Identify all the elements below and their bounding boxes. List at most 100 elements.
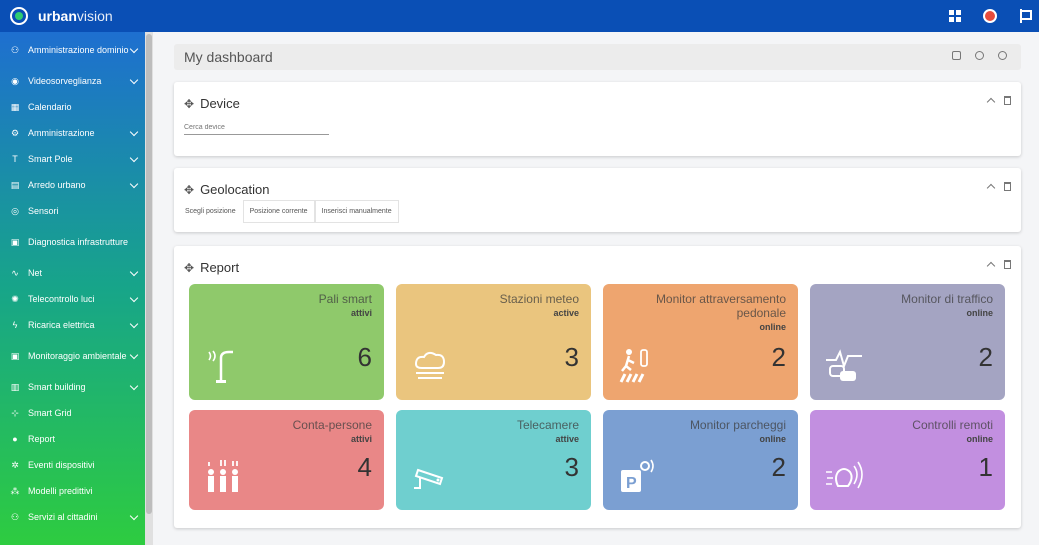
sidebar-item-amministrazione[interactable]: ⚙ Amministrazione bbox=[0, 120, 145, 146]
sidebar-item-smart-pole[interactable]: T Smart Pole bbox=[0, 146, 145, 172]
model-icon: ⁂ bbox=[10, 486, 20, 496]
sidebar-item-label: Smart building bbox=[28, 381, 86, 392]
sidebar-item-net[interactable]: ∿ Net bbox=[0, 260, 145, 286]
chevron-down-icon[interactable] bbox=[129, 293, 139, 302]
chevron-down-icon[interactable] bbox=[129, 127, 139, 136]
move-icon[interactable]: ✥ bbox=[184, 261, 194, 275]
geo-option-manual[interactable]: Inserisci manualmente bbox=[314, 200, 399, 223]
sidebar-item-sensori[interactable]: ◎ Sensori bbox=[0, 198, 145, 224]
chevron-down-icon[interactable] bbox=[129, 381, 139, 390]
sidebar-item-label: Amministrazione dominio bbox=[28, 44, 129, 55]
sidebar-item-amministrazione-dominio[interactable]: ⚇ Amministrazione dominio bbox=[0, 32, 145, 68]
sensor-icon: ◎ bbox=[11, 206, 19, 216]
streetlight-icon bbox=[203, 344, 243, 384]
parking-icon: P bbox=[617, 456, 657, 496]
report-tile-monitor-di-traffico[interactable]: Monitor di traffico online 2 bbox=[810, 284, 1005, 400]
sidebar-item-label: Arredo urbano bbox=[28, 179, 86, 190]
sidebar-item-report[interactable]: ● Report bbox=[0, 426, 145, 452]
tile-count: 1 bbox=[978, 452, 993, 482]
sidebar-item-videosorveglianza[interactable]: ◉ Videosorveglianza bbox=[0, 68, 145, 94]
sidebar-item-calendario[interactable]: ▦ Calendario bbox=[0, 94, 145, 120]
camera-icon: ◉ bbox=[11, 76, 19, 86]
tile-count: 2 bbox=[771, 452, 786, 482]
main-content: My dashboard ✥ Device ✥ Geolocation Scegli… bbox=[174, 44, 1021, 528]
sidebar-item-servizi-al-cittadini[interactable]: ⚇ Servizi al cittadini bbox=[0, 504, 145, 530]
report-tile-monitor-parcheggi[interactable]: Monitor parcheggi online 2 P bbox=[603, 410, 798, 510]
report-tile-conta-persone[interactable]: Conta-persone attivi 4 bbox=[189, 410, 384, 510]
svg-text:P: P bbox=[626, 475, 637, 492]
sidebar-item-label: Sensori bbox=[28, 205, 59, 216]
sidebar-item-smart-building[interactable]: ▥ Smart building bbox=[0, 374, 145, 400]
sidebar-item-label: Servizi al cittadini bbox=[28, 511, 98, 522]
wifi-icon: ∿ bbox=[11, 268, 19, 278]
remote-icon bbox=[824, 456, 864, 496]
pedestrian-icon bbox=[617, 344, 657, 384]
logo-icon bbox=[10, 7, 28, 25]
collapse-icon[interactable] bbox=[986, 261, 996, 271]
report-tile-pali-smart[interactable]: Pali smart attivi 6 bbox=[189, 284, 384, 400]
sidebar-item-monitoraggio-ambientale[interactable]: ▣ Monitoraggio ambientale bbox=[0, 338, 145, 374]
bench-icon: ▤ bbox=[10, 180, 20, 190]
report-card: ✥ Report Pali smart attivi 6 Stazioni meteo a… bbox=[174, 246, 1021, 528]
settings-icon[interactable] bbox=[998, 51, 1007, 60]
move-icon[interactable]: ✥ bbox=[184, 97, 194, 111]
chevron-down-icon[interactable] bbox=[129, 319, 139, 328]
tile-status: online bbox=[759, 322, 787, 332]
sidebar-item-label: Telecontrollo luci bbox=[28, 293, 95, 304]
users-icon: ⚇ bbox=[10, 45, 20, 55]
tile-name: Monitor parcheggi bbox=[689, 418, 786, 432]
layout-icon[interactable] bbox=[952, 51, 961, 60]
chevron-down-icon[interactable] bbox=[129, 75, 139, 84]
refresh-icon[interactable] bbox=[975, 51, 984, 60]
page-title: My dashboard bbox=[184, 49, 273, 65]
tile-name: Stazioni meteo bbox=[499, 292, 579, 306]
chevron-down-icon[interactable] bbox=[129, 153, 139, 162]
light-icon: ✺ bbox=[11, 294, 19, 304]
building-icon: ▥ bbox=[10, 382, 20, 392]
sidebar-item-label: Smart Pole bbox=[28, 153, 73, 164]
sidebar-item-smart-grid[interactable]: ⊹ Smart Grid bbox=[0, 400, 145, 426]
geo-option-current[interactable]: Posizione corrente bbox=[242, 200, 315, 223]
collapse-icon[interactable] bbox=[986, 183, 996, 193]
report-tile-monitor-attraversamento-pedonale[interactable]: Monitor attraversamento pedonale online 2 bbox=[603, 284, 798, 400]
collapse-icon[interactable] bbox=[986, 97, 996, 107]
tile-status: active bbox=[553, 308, 579, 318]
sidebar-item-label: Net bbox=[28, 267, 43, 278]
flag-icon[interactable] bbox=[1019, 9, 1032, 23]
move-icon[interactable]: ✥ bbox=[184, 183, 194, 197]
charge-icon: ϟ bbox=[12, 320, 18, 330]
chevron-down-icon[interactable] bbox=[129, 511, 139, 520]
dashboard-header: My dashboard bbox=[174, 44, 1021, 70]
chevron-down-icon[interactable] bbox=[129, 179, 139, 188]
sidebar-item-modelli-predittivi[interactable]: ⁂ Modelli predittivi bbox=[0, 478, 145, 504]
tile-status: attive bbox=[555, 434, 579, 444]
delete-icon[interactable] bbox=[1004, 260, 1011, 269]
sidebar-item-arredo-urbano[interactable]: ▤ Arredo urbano bbox=[0, 172, 145, 198]
chevron-down-icon[interactable] bbox=[129, 44, 139, 53]
tile-count: 2 bbox=[978, 342, 993, 372]
tile-count: 2 bbox=[771, 342, 786, 372]
sidebar-item-ricarica-elettrica[interactable]: ϟ Ricarica elettrica bbox=[0, 312, 145, 338]
device-search-input[interactable] bbox=[184, 124, 329, 135]
sidebar-item-telecontrollo-luci[interactable]: ✺ Telecontrollo luci bbox=[0, 286, 145, 312]
sidebar-scrollbar[interactable] bbox=[145, 32, 153, 545]
chevron-down-icon[interactable] bbox=[129, 350, 139, 359]
sidebar-item-diagnostica-infrastrutture[interactable]: ▣ Diagnostica infrastrutture bbox=[0, 224, 145, 260]
apps-grid-icon[interactable] bbox=[949, 10, 961, 22]
report-tile-stazioni-meteo[interactable]: Stazioni meteo active 3 bbox=[396, 284, 591, 400]
pole-icon: T bbox=[12, 154, 18, 164]
sidebar-item-label: Smart Grid bbox=[28, 407, 72, 418]
report-tile-controlli-remoti[interactable]: Controlli remoti online 1 bbox=[810, 410, 1005, 510]
sidebar-item-eventi-dispositivi[interactable]: ✲ Eventi dispositivi bbox=[0, 452, 145, 478]
geo-option-choose[interactable]: Scegli posizione bbox=[178, 200, 243, 223]
tile-count: 3 bbox=[564, 452, 579, 482]
delete-icon[interactable] bbox=[1004, 96, 1011, 105]
report-tile-telecamere[interactable]: Telecamere attive 3 bbox=[396, 410, 591, 510]
tile-name: Telecamere bbox=[516, 418, 579, 432]
chevron-down-icon[interactable] bbox=[129, 267, 139, 276]
delete-icon[interactable] bbox=[1004, 182, 1011, 191]
record-icon[interactable] bbox=[983, 9, 997, 23]
tile-status: attivi bbox=[350, 434, 372, 444]
sidebar-item-label: Modelli predittivi bbox=[28, 485, 93, 496]
admin-icon: ⚙ bbox=[10, 128, 20, 138]
